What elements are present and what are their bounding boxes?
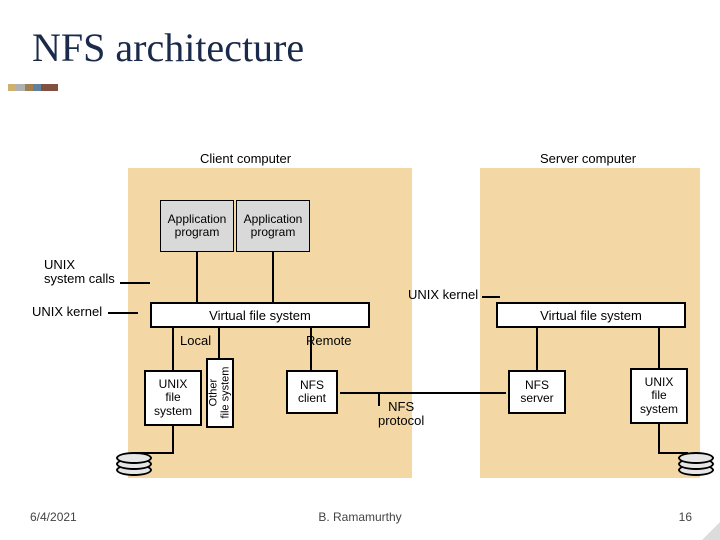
accent-bar [8, 84, 58, 91]
unix-fs-client-box: UNIXfilesystem [144, 370, 202, 426]
nfs-client-box: NFSclient [286, 370, 338, 414]
application-program-2: Applicationprogram [236, 200, 310, 252]
remote-label: Remote [306, 334, 352, 348]
footer-author: B. Ramamurthy [0, 510, 720, 524]
vfs-server-box: Virtual file system [496, 302, 686, 328]
nfs-protocol-label: NFSprotocol [378, 400, 424, 429]
app1-down-line [196, 252, 198, 302]
slide-title: NFS architecture [32, 24, 304, 71]
local-label: Local [180, 334, 211, 348]
vfs-to-unixfs-line [172, 328, 174, 370]
syscalls-connector [120, 282, 150, 284]
unix-fs-server-box: UNIXfilesystem [630, 368, 688, 424]
kernel-left-connector [108, 312, 138, 314]
nfs-protocol-line [340, 392, 506, 394]
page-curl-icon [702, 522, 720, 540]
unix-kernel-mid-label: UNIX kernel [408, 288, 478, 302]
unix-syscalls-label: UNIXsystem calls [44, 258, 115, 287]
unixfs-srv-to-disk-h [658, 452, 688, 454]
vfs-to-nfsserver-line [536, 328, 538, 370]
vfs-to-ofs-line [218, 328, 220, 358]
footer-page: 16 [679, 510, 692, 524]
disk-icon-client [116, 452, 152, 478]
unixfs-to-disk-h [134, 452, 174, 454]
vfs-client-box: Virtual file system [150, 302, 370, 328]
nfs-server-box: NFSserver [508, 370, 566, 414]
nfs-protocol-drop [378, 392, 380, 406]
unixfs-srv-to-disk-line [658, 424, 660, 454]
unixfs-to-disk-line [172, 426, 174, 454]
unix-kernel-left-label: UNIX kernel [32, 305, 102, 319]
server-label: Server computer [540, 152, 636, 166]
vfs-to-nfsclient-line [310, 328, 312, 370]
app2-down-line [272, 252, 274, 302]
disk-icon-server [678, 452, 714, 478]
kernel-mid-connector [482, 296, 500, 298]
client-label: Client computer [200, 152, 291, 166]
vfs-to-unixfs-srv-line [658, 328, 660, 368]
other-fs-box: Otherfile system [206, 358, 234, 428]
application-program-1: Applicationprogram [160, 200, 234, 252]
